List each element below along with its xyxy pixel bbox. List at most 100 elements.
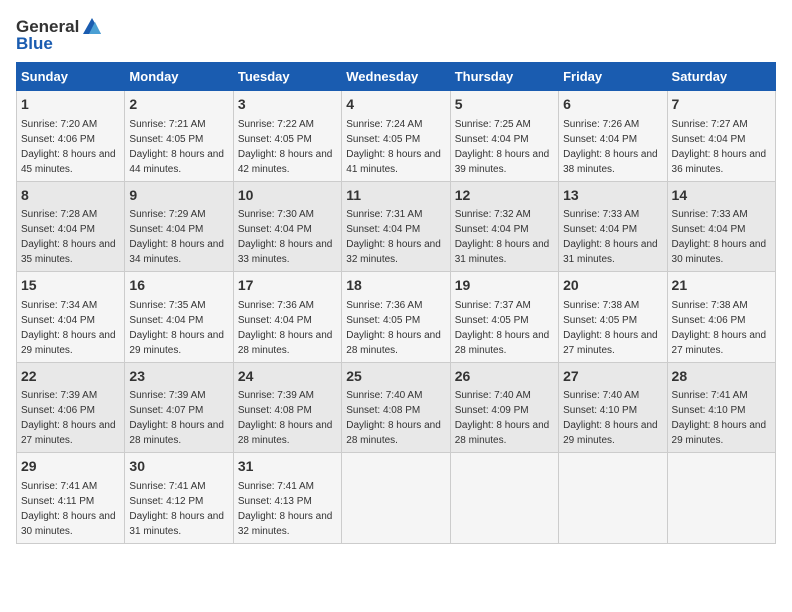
calendar-cell: 16 Sunrise: 7:35 AMSunset: 4:04 PMDayligh… [125, 272, 233, 363]
calendar-cell: 23Sunrise: 7:39 AMSunset: 4:07 PMDayligh… [125, 362, 233, 453]
cell-sunrise: Sunrise: 7:40 AMSunset: 4:08 PMDaylight:… [346, 390, 441, 446]
calendar-cell [559, 453, 667, 544]
cell-sunrise: Sunrise: 7:28 AMSunset: 4:04 PMDaylight:… [21, 209, 116, 265]
day-number: 11 [346, 186, 445, 206]
day-number: 5 [455, 95, 554, 115]
cell-sunrise: Sunrise: 7:29 AMSunset: 4:04 PMDaylight:… [129, 209, 224, 265]
day-number: 6 [563, 95, 662, 115]
day-header-friday: Friday [559, 63, 667, 91]
calendar-cell: 17 Sunrise: 7:36 AMSunset: 4:04 PMDayligh… [233, 272, 341, 363]
cell-sunrise: Sunrise: 7:41 AMSunset: 4:11 PMDaylight:… [21, 481, 116, 537]
cell-sunrise: Sunrise: 7:32 AMSunset: 4:04 PMDaylight:… [455, 209, 550, 265]
calendar-cell: 27 Sunrise: 7:40 AMSunset: 4:10 PMDayligh… [559, 362, 667, 453]
header: General Blue [16, 16, 776, 54]
week-row-1: 1 Sunrise: 7:20 AMSunset: 4:06 PMDaylight… [17, 91, 776, 182]
day-number: 21 [672, 276, 771, 296]
cell-sunrise: Sunrise: 7:37 AMSunset: 4:05 PMDaylight:… [455, 300, 550, 356]
calendar-cell [667, 453, 775, 544]
calendar-cell [450, 453, 558, 544]
logo: General Blue [16, 16, 103, 54]
day-number: 22 [21, 367, 120, 387]
cell-sunrise: Sunrise: 7:40 AMSunset: 4:10 PMDaylight:… [563, 390, 658, 446]
day-number: 26 [455, 367, 554, 387]
day-number: 17 [238, 276, 337, 296]
day-header-wednesday: Wednesday [342, 63, 450, 91]
cell-sunrise: Sunrise: 7:35 AMSunset: 4:04 PMDaylight:… [129, 300, 224, 356]
day-header-saturday: Saturday [667, 63, 775, 91]
day-header-monday: Monday [125, 63, 233, 91]
calendar-cell: 10 Sunrise: 7:30 AMSunset: 4:04 PMDayligh… [233, 181, 341, 272]
day-number: 1 [21, 95, 120, 115]
day-number: 16 [129, 276, 228, 296]
cell-sunrise: Sunrise: 7:40 AMSunset: 4:09 PMDaylight:… [455, 390, 550, 446]
day-number: 25 [346, 367, 445, 387]
calendar-cell: 15 Sunrise: 7:34 AMSunset: 4:04 PMDayligh… [17, 272, 125, 363]
day-number: 8 [21, 186, 120, 206]
cell-sunrise: Sunrise: 7:36 AMSunset: 4:05 PMDaylight:… [346, 300, 441, 356]
header-row: SundayMondayTuesdayWednesdayThursdayFrid… [17, 63, 776, 91]
week-row-4: 22Sunrise: 7:39 AMSunset: 4:06 PMDayligh… [17, 362, 776, 453]
calendar-cell: 19Sunrise: 7:37 AMSunset: 4:05 PMDayligh… [450, 272, 558, 363]
calendar-cell: 9Sunrise: 7:29 AMSunset: 4:04 PMDaylight… [125, 181, 233, 272]
calendar-cell: 20Sunrise: 7:38 AMSunset: 4:05 PMDayligh… [559, 272, 667, 363]
calendar-cell: 5Sunrise: 7:25 AMSunset: 4:04 PMDaylight… [450, 91, 558, 182]
day-number: 10 [238, 186, 337, 206]
calendar-cell: 24 Sunrise: 7:39 AMSunset: 4:08 PMDayligh… [233, 362, 341, 453]
day-number: 14 [672, 186, 771, 206]
day-number: 18 [346, 276, 445, 296]
calendar-cell: 4Sunrise: 7:24 AMSunset: 4:05 PMDaylight… [342, 91, 450, 182]
calendar-cell: 26 Sunrise: 7:40 AMSunset: 4:09 PMDayligh… [450, 362, 558, 453]
calendar-cell: 3 Sunrise: 7:22 AMSunset: 4:05 PMDaylight… [233, 91, 341, 182]
day-number: 13 [563, 186, 662, 206]
cell-sunrise: Sunrise: 7:38 AMSunset: 4:06 PMDaylight:… [672, 300, 767, 356]
day-number: 15 [21, 276, 120, 296]
cell-sunrise: Sunrise: 7:20 AMSunset: 4:06 PMDaylight:… [21, 119, 116, 175]
cell-sunrise: Sunrise: 7:31 AMSunset: 4:04 PMDaylight:… [346, 209, 441, 265]
calendar-cell: 28 Sunrise: 7:41 AMSunset: 4:10 PMDayligh… [667, 362, 775, 453]
cell-sunrise: Sunrise: 7:30 AMSunset: 4:04 PMDaylight:… [238, 209, 333, 265]
cell-sunrise: Sunrise: 7:21 AMSunset: 4:05 PMDaylight:… [129, 119, 224, 175]
calendar-cell: 18 Sunrise: 7:36 AMSunset: 4:05 PMDayligh… [342, 272, 450, 363]
day-number: 27 [563, 367, 662, 387]
cell-sunrise: Sunrise: 7:27 AMSunset: 4:04 PMDaylight:… [672, 119, 767, 175]
day-number: 28 [672, 367, 771, 387]
day-number: 2 [129, 95, 228, 115]
cell-sunrise: Sunrise: 7:41 AMSunset: 4:10 PMDaylight:… [672, 390, 767, 446]
day-number: 29 [21, 457, 120, 477]
calendar-cell: 31 Sunrise: 7:41 AMSunset: 4:13 PMDayligh… [233, 453, 341, 544]
week-row-5: 29 Sunrise: 7:41 AMSunset: 4:11 PMDayligh… [17, 453, 776, 544]
day-number: 7 [672, 95, 771, 115]
calendar-cell: 25 Sunrise: 7:40 AMSunset: 4:08 PMDayligh… [342, 362, 450, 453]
day-number: 31 [238, 457, 337, 477]
calendar-cell: 14 Sunrise: 7:33 AMSunset: 4:04 PMDayligh… [667, 181, 775, 272]
calendar-cell: 6Sunrise: 7:26 AMSunset: 4:04 PMDaylight… [559, 91, 667, 182]
calendar-cell: 8 Sunrise: 7:28 AMSunset: 4:04 PMDaylight… [17, 181, 125, 272]
cell-sunrise: Sunrise: 7:36 AMSunset: 4:04 PMDaylight:… [238, 300, 333, 356]
cell-sunrise: Sunrise: 7:39 AMSunset: 4:07 PMDaylight:… [129, 390, 224, 446]
week-row-2: 8 Sunrise: 7:28 AMSunset: 4:04 PMDaylight… [17, 181, 776, 272]
week-row-3: 15 Sunrise: 7:34 AMSunset: 4:04 PMDayligh… [17, 272, 776, 363]
cell-sunrise: Sunrise: 7:33 AMSunset: 4:04 PMDaylight:… [672, 209, 767, 265]
cell-sunrise: Sunrise: 7:24 AMSunset: 4:05 PMDaylight:… [346, 119, 441, 175]
logo-icon [81, 16, 103, 38]
calendar-cell [342, 453, 450, 544]
cell-sunrise: Sunrise: 7:38 AMSunset: 4:05 PMDaylight:… [563, 300, 658, 356]
calendar-cell: 11 Sunrise: 7:31 AMSunset: 4:04 PMDayligh… [342, 181, 450, 272]
calendar-cell: 7 Sunrise: 7:27 AMSunset: 4:04 PMDaylight… [667, 91, 775, 182]
cell-sunrise: Sunrise: 7:34 AMSunset: 4:04 PMDaylight:… [21, 300, 116, 356]
day-header-tuesday: Tuesday [233, 63, 341, 91]
calendar-cell: 2 Sunrise: 7:21 AMSunset: 4:05 PMDaylight… [125, 91, 233, 182]
calendar-cell: 21 Sunrise: 7:38 AMSunset: 4:06 PMDayligh… [667, 272, 775, 363]
calendar-cell: 22Sunrise: 7:39 AMSunset: 4:06 PMDayligh… [17, 362, 125, 453]
cell-sunrise: Sunrise: 7:41 AMSunset: 4:12 PMDaylight:… [129, 481, 224, 537]
calendar-table: SundayMondayTuesdayWednesdayThursdayFrid… [16, 62, 776, 544]
calendar-cell: 13 Sunrise: 7:33 AMSunset: 4:04 PMDayligh… [559, 181, 667, 272]
cell-sunrise: Sunrise: 7:22 AMSunset: 4:05 PMDaylight:… [238, 119, 333, 175]
day-number: 30 [129, 457, 228, 477]
cell-sunrise: Sunrise: 7:33 AMSunset: 4:04 PMDaylight:… [563, 209, 658, 265]
day-number: 3 [238, 95, 337, 115]
cell-sunrise: Sunrise: 7:41 AMSunset: 4:13 PMDaylight:… [238, 481, 333, 537]
day-number: 24 [238, 367, 337, 387]
cell-sunrise: Sunrise: 7:39 AMSunset: 4:08 PMDaylight:… [238, 390, 333, 446]
day-header-thursday: Thursday [450, 63, 558, 91]
